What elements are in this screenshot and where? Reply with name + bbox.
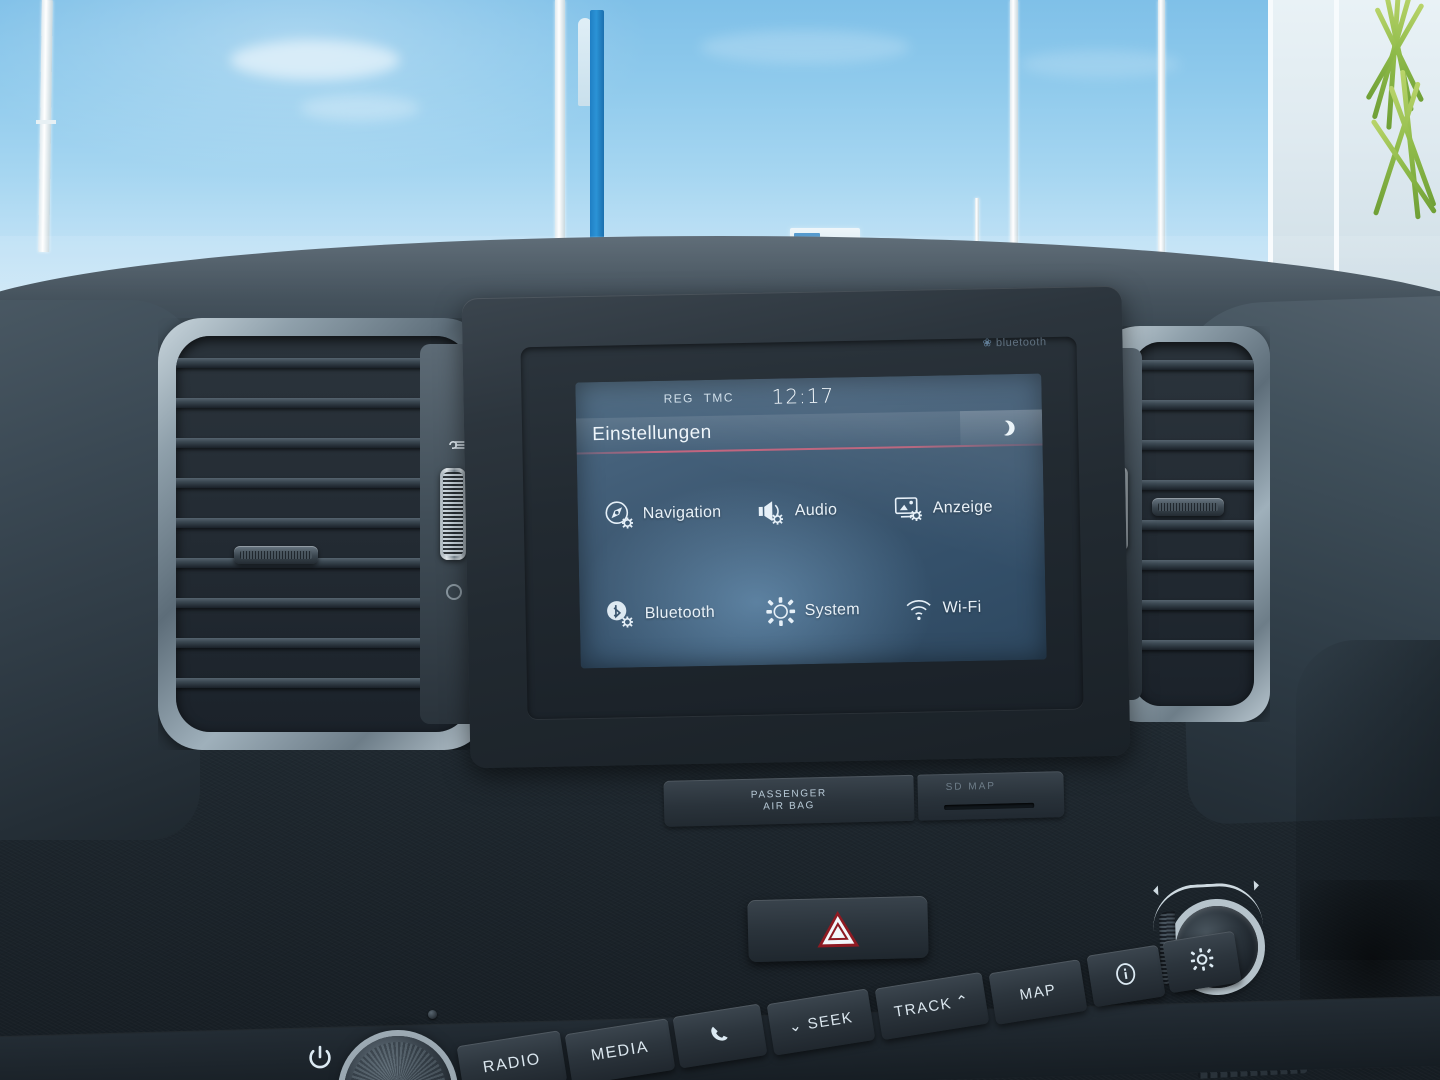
sd-map-label: SD MAP [945,780,997,793]
menu-item-navigation[interactable]: Navigation [604,498,722,530]
vent-airflow-thumbwheel-left[interactable] [440,468,466,560]
power-icon[interactable] [306,1044,334,1072]
airbag-line-1: PASSENGER [750,787,827,801]
chevron-down-icon: ⌄ [787,1016,805,1036]
display-gear-icon [894,494,925,525]
speaker-gear-icon [756,496,787,527]
page-title: Einstellungen [592,421,712,446]
vent-direction-tab-left[interactable] [234,546,318,564]
seek-button[interactable]: ⌄ SEEK [766,988,876,1056]
tmc-indicator: TMC [703,390,734,406]
infotainment-screen[interactable]: REG TMC 12:17 Einstellungen Navigation A… [575,373,1047,669]
map-button-label: MAP [1018,980,1058,1004]
moon-icon [992,418,1011,437]
bezel-bluetooth-text: bluetooth [995,336,1047,350]
radio-button-label: RADIO [481,1050,542,1077]
phone-button[interactable] [672,1003,768,1069]
menu-item-wifi[interactable]: Wi-Fi [903,593,982,625]
window-frame-pole [1158,0,1165,268]
info-button[interactable] [1086,944,1166,1008]
menu-item-anzeige[interactable]: Anzeige [894,493,993,525]
seek-button-label: SEEK [806,1008,855,1033]
menu-label-system: System [804,601,861,620]
window-frame-pole [38,0,53,253]
track-button-label: TRACK [892,994,954,1021]
night-mode-button[interactable] [959,409,1043,446]
track-button[interactable]: TRACK ⌃ [874,971,990,1041]
menu-label-bluetooth: Bluetooth [644,603,716,623]
palm-fronds [1340,0,1440,260]
phone-icon [707,1021,733,1051]
window-frame-pole [1010,0,1018,262]
menu-label-audio: Audio [794,501,838,520]
dashboard-scene: ❀ bluetooth REG TMC 12:17 Einstellungen [0,0,1440,1080]
sd-slot-opening[interactable] [944,802,1035,811]
clock: 12:17 [771,383,835,409]
media-button-label: MEDIA [589,1038,650,1065]
window-frame-joint [36,120,56,124]
hazard-lights-button[interactable] [747,895,929,963]
panel-screw [428,1010,437,1019]
bluetooth-gear-icon [605,599,636,630]
settings-button[interactable] [1162,930,1242,994]
gear-icon [1187,945,1216,979]
air-vent-left[interactable] [158,318,488,750]
menu-item-audio[interactable]: Audio [756,495,838,527]
menu-item-bluetooth[interactable]: Bluetooth [605,598,715,630]
bezel-bluetooth-label: ❀ bluetooth [982,336,1047,350]
airbag-line-2: AIR BAG [763,800,816,813]
window-frame-pole [555,0,565,245]
chevron-up-icon: ⌃ [954,992,972,1012]
hazard-triangle-icon [816,908,861,949]
trim-strip: PASSENGER AIR BAG SD MAP [663,771,1065,831]
gear-icon [765,596,796,627]
menu-label-anzeige: Anzeige [932,498,993,517]
info-icon [1112,960,1140,992]
console-button-row: RADIO MEDIA ⌄ SEEK TRACK ⌃ MAP [440,930,1242,1080]
media-button[interactable]: MEDIA [564,1018,676,1080]
compass-gear-icon [604,499,635,530]
reg-indicator: REG [663,391,694,406]
menu-label-wifi: Wi-Fi [942,598,982,617]
radio-button[interactable]: RADIO [456,1030,568,1080]
menu-item-system[interactable]: System [765,595,860,627]
blue-flagpole [590,10,604,275]
settings-menu-grid: Navigation Audio Anzeige Bluetooth Syste… [577,460,1047,669]
menu-label-navigation: Navigation [642,503,722,523]
map-button[interactable]: MAP [988,959,1088,1025]
vent-close-indicator-left [446,584,462,600]
passenger-airbag-indicator: PASSENGER AIR BAG [663,774,915,827]
wifi-icon [903,594,934,625]
vent-direction-tab-right[interactable] [1152,498,1224,516]
sd-card-slot[interactable]: SD MAP [917,771,1065,821]
